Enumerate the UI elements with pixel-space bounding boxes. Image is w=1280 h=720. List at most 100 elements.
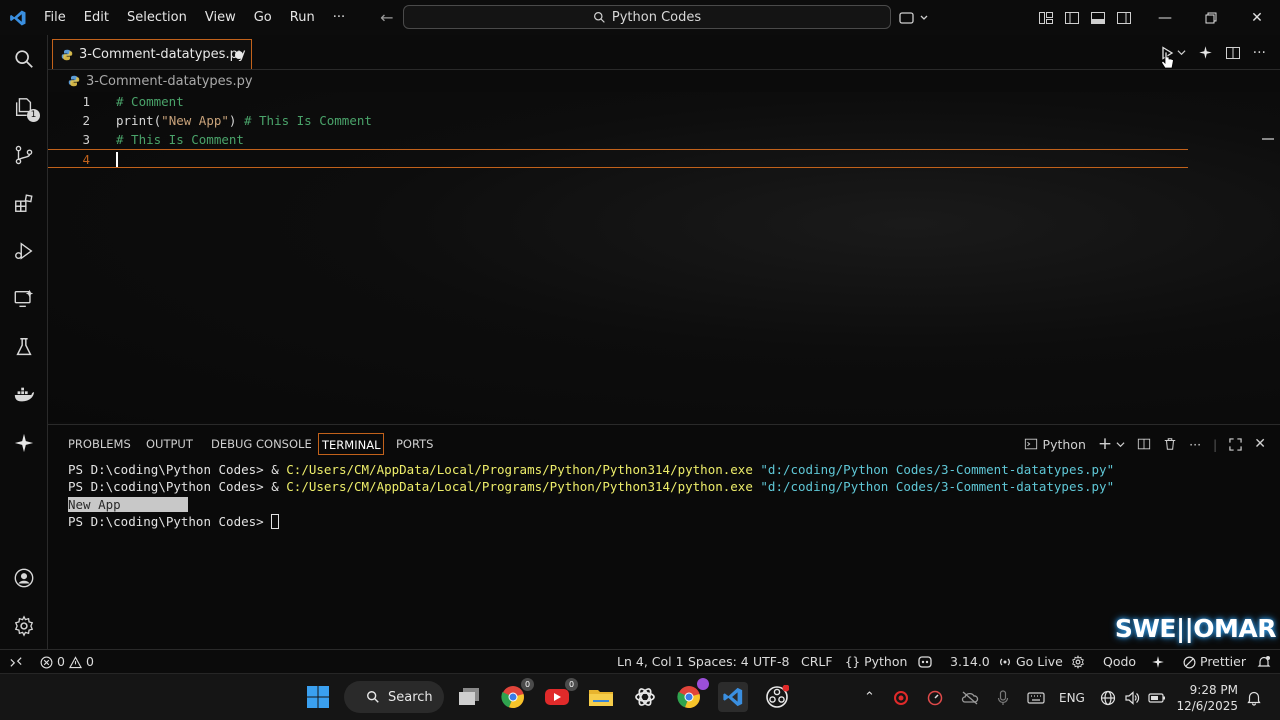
prettier-label: Prettier: [1200, 654, 1246, 669]
line-endings[interactable]: CRLF: [801, 650, 833, 674]
menu-edit[interactable]: Edit: [75, 0, 118, 35]
tab-debug-console[interactable]: DEBUG CONSOLE: [209, 433, 314, 455]
start-button[interactable]: [303, 682, 333, 712]
activity-source-control[interactable]: [0, 135, 48, 175]
speedometer-icon[interactable]: [927, 690, 943, 706]
cloud-offline-icon[interactable]: [961, 690, 979, 706]
language-mode[interactable]: {} Python: [845, 650, 907, 674]
copilot-toggle[interactable]: [898, 0, 928, 35]
taskbar-search[interactable]: Search: [344, 681, 444, 713]
activity-explorer[interactable]: 1: [0, 87, 48, 127]
profile-badge-icon: [697, 678, 709, 690]
vscode-logo-icon: [723, 687, 743, 707]
copilot-status[interactable]: [1151, 650, 1165, 674]
code-string: "New App": [161, 113, 229, 128]
terminal-amp: &: [271, 462, 287, 477]
activity-run-debug[interactable]: [0, 231, 48, 271]
keyboard-icon[interactable]: [1027, 691, 1045, 705]
activity-remote-explorer[interactable]: [0, 279, 48, 319]
terminal-line[interactable]: PS D:\coding\Python Codes>: [68, 513, 280, 530]
go-live-button[interactable]: Go Live: [998, 650, 1063, 674]
activity-copilot[interactable]: [0, 423, 48, 463]
chatgpt-icon: [635, 688, 655, 706]
minimap-slider[interactable]: [1262, 138, 1274, 140]
tab-output[interactable]: OUTPUT: [144, 433, 195, 455]
menu-go[interactable]: Go: [245, 0, 281, 35]
split-editor-icon[interactable]: [1225, 45, 1241, 61]
menu-more[interactable]: ···: [324, 0, 354, 35]
vscode-app[interactable]: [718, 682, 748, 712]
maximize-panel-icon[interactable]: [1229, 437, 1242, 451]
activity-accounts[interactable]: [0, 558, 48, 598]
settings-sync-icon-container[interactable]: [1071, 650, 1085, 674]
prettier-status[interactable]: Prettier: [1183, 650, 1246, 674]
tab-active-file[interactable]: 3-Comment-datatypes.py: [52, 39, 252, 69]
back-arrow-icon[interactable]: ←: [374, 8, 399, 27]
sparkle-icon[interactable]: [1198, 45, 1213, 60]
cursor-position[interactable]: Ln 4, Col 1: [617, 650, 684, 674]
minimize-button[interactable]: —: [1142, 0, 1188, 35]
close-button[interactable]: ✕: [1234, 0, 1280, 35]
language-indicator[interactable]: ENG: [1059, 674, 1085, 720]
activity-manage[interactable]: [0, 606, 48, 646]
menu-view[interactable]: View: [196, 0, 245, 35]
notification-bell-icon: [1247, 691, 1261, 706]
activity-bar: 1: [0, 35, 48, 649]
new-terminal-icon[interactable]: +: [1098, 434, 1112, 454]
notifications-icon-container[interactable]: [1257, 650, 1271, 674]
python-version[interactable]: 3.14.0: [950, 650, 990, 674]
close-panel-icon[interactable]: ✕: [1254, 436, 1266, 452]
braces-icon: {}: [845, 654, 861, 669]
chevron-up-icon[interactable]: ⌃: [864, 690, 875, 705]
youtube-app[interactable]: 0: [542, 678, 578, 712]
terminal-shell-selector[interactable]: Python: [1024, 437, 1086, 452]
tab-terminal[interactable]: TERMINAL: [318, 433, 385, 455]
clock[interactable]: 9:28 PM 12/6/2025: [1176, 674, 1238, 720]
terminal-exe-path: C:/Users/CM/AppData/Local/Programs/Pytho…: [286, 462, 753, 477]
python-env-icon-container[interactable]: [917, 650, 933, 674]
activity-extensions[interactable]: [0, 183, 48, 223]
customize-layout-icon[interactable]: [1038, 10, 1054, 26]
chevron-down-icon[interactable]: [1177, 48, 1186, 57]
system-tray-quick[interactable]: [1100, 674, 1166, 720]
task-view-button[interactable]: [454, 682, 484, 712]
unsaved-dot-icon[interactable]: [235, 51, 243, 59]
microphone-icon[interactable]: [997, 689, 1009, 706]
tab-ports[interactable]: PORTS: [394, 433, 435, 455]
menu-selection[interactable]: Selection: [118, 0, 196, 35]
qodo-status[interactable]: Qodo: [1103, 650, 1136, 674]
code-editor[interactable]: 1 # Comment 2 print("New App") # This Is…: [48, 92, 1280, 422]
chrome-app[interactable]: 0: [498, 678, 534, 712]
toggle-panel-icon[interactable]: [1090, 10, 1106, 26]
tab-label: 3-Comment-datatypes.py: [79, 47, 246, 62]
toggle-primary-sidebar-icon[interactable]: [1064, 10, 1080, 26]
chrome-icon: [677, 686, 700, 709]
go-live-label: Go Live: [1016, 654, 1063, 669]
menu-run[interactable]: Run: [281, 0, 324, 35]
chatgpt-app[interactable]: [630, 682, 660, 712]
file-explorer-app[interactable]: [586, 682, 616, 712]
more-actions-icon[interactable]: ···: [1253, 45, 1266, 61]
youtube-icon: [545, 689, 569, 705]
notification-center[interactable]: [1246, 674, 1262, 720]
chrome-profile-app[interactable]: [674, 678, 709, 712]
tab-problems[interactable]: PROBLEMS: [66, 433, 133, 455]
remote-indicator[interactable]: [10, 650, 22, 674]
toggle-secondary-sidebar-icon[interactable]: [1116, 10, 1132, 26]
menu-file[interactable]: File: [35, 0, 75, 35]
activity-testing[interactable]: [0, 327, 48, 367]
split-terminal-icon[interactable]: [1137, 437, 1151, 451]
obs-app[interactable]: [762, 682, 792, 712]
recording-icon[interactable]: [893, 690, 909, 706]
more-actions-icon[interactable]: ···: [1189, 437, 1201, 452]
activity-containers[interactable]: [0, 375, 48, 415]
encoding[interactable]: UTF-8: [753, 650, 789, 674]
command-center-search[interactable]: Python Codes: [403, 5, 891, 29]
chevron-down-icon[interactable]: [1116, 440, 1125, 449]
indentation[interactable]: Spaces: 4: [688, 650, 749, 674]
restore-button[interactable]: [1188, 0, 1234, 35]
activity-search[interactable]: [0, 39, 48, 79]
problems-indicator[interactable]: 0 0: [40, 650, 94, 674]
breadcrumb[interactable]: 3-Comment-datatypes.py: [68, 72, 253, 90]
trash-icon[interactable]: [1163, 437, 1177, 451]
